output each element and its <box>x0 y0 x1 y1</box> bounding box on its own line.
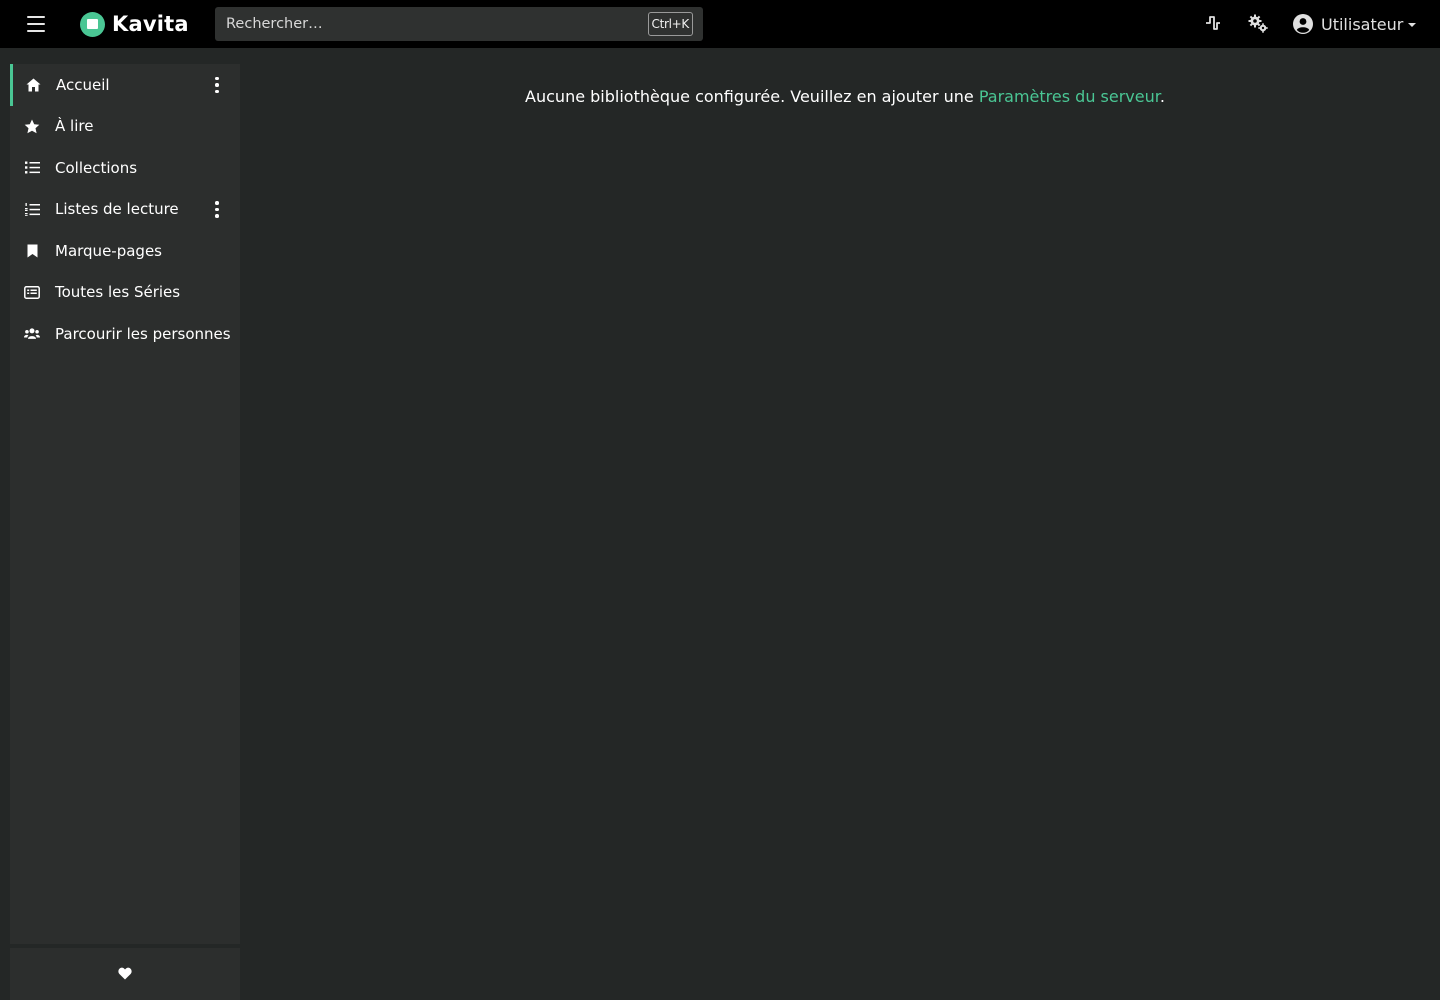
server-settings-link[interactable]: Paramètres du serveur <box>979 87 1160 106</box>
sidebar-item-label: À lire <box>55 117 94 136</box>
more-options-icon[interactable] <box>212 201 222 219</box>
star-icon <box>24 118 40 134</box>
brand-name: Kavita <box>112 12 189 36</box>
sidebar-item-listes-de-lecture[interactable]: Listes de lecture <box>10 189 240 231</box>
sidebar-item-collections[interactable]: Collections <box>10 147 240 189</box>
home-icon <box>25 77 41 93</box>
more-options-icon[interactable] <box>212 76 222 94</box>
user-circle-icon <box>1293 14 1313 34</box>
search-shortcut-hint: Ctrl+K <box>647 12 693 36</box>
empty-message-text: Aucune bibliothèque configurée. Veuillez… <box>525 87 979 106</box>
ordered-list-icon <box>24 201 40 217</box>
users-icon <box>24 326 40 342</box>
rectangle-list-icon <box>24 284 40 300</box>
search-box: Ctrl+K <box>215 7 703 41</box>
top-navbar: Kavita Ctrl+K <box>0 0 1440 48</box>
sidebar-item-label: Accueil <box>56 75 110 94</box>
list-icon <box>24 160 40 176</box>
empty-library-message: Aucune bibliothèque configurée. Veuillez… <box>250 87 1440 106</box>
sidebar-item-marque-pages[interactable]: Marque-pages <box>10 230 240 272</box>
hamburger-menu-icon[interactable] <box>27 13 47 35</box>
sidebar-item-label: Parcourir les personnes <box>55 324 231 343</box>
sidebar-item-label: Toutes les Séries <box>55 283 181 302</box>
sidebar-item-parcourir-les-personnes[interactable]: Parcourir les personnes <box>10 313 240 355</box>
user-label: Utilisateur <box>1321 14 1404 34</box>
sidebar-item-label: Marque-pages <box>55 241 162 260</box>
kavita-logo-icon <box>80 11 105 37</box>
sidebar-item-toutes-les-series[interactable]: Toutes les Séries <box>10 272 240 314</box>
chevron-down-icon <box>1408 23 1417 27</box>
sidebar-item-accueil[interactable]: Accueil <box>10 64 240 106</box>
sidebar-item-label: Collections <box>55 158 138 177</box>
server-settings-cogs-icon[interactable] <box>1247 12 1269 38</box>
empty-message-trailing: . <box>1159 87 1165 106</box>
bookmark-icon <box>24 243 40 259</box>
heart-icon[interactable] <box>118 965 132 984</box>
sidebar-item-a-lire[interactable]: À lire <box>10 106 240 148</box>
sidebar-item-label: Listes de lecture <box>55 200 179 219</box>
sidebar-footer <box>10 948 240 1000</box>
activity-icon[interactable] <box>1204 14 1222 36</box>
sidebar: Accueil À lire Collections Listes de lec… <box>10 64 240 945</box>
search-input[interactable] <box>215 7 703 41</box>
user-menu-dropdown[interactable]: Utilisateur <box>1293 11 1417 37</box>
brand-logo-link[interactable]: Kavita <box>80 10 189 38</box>
